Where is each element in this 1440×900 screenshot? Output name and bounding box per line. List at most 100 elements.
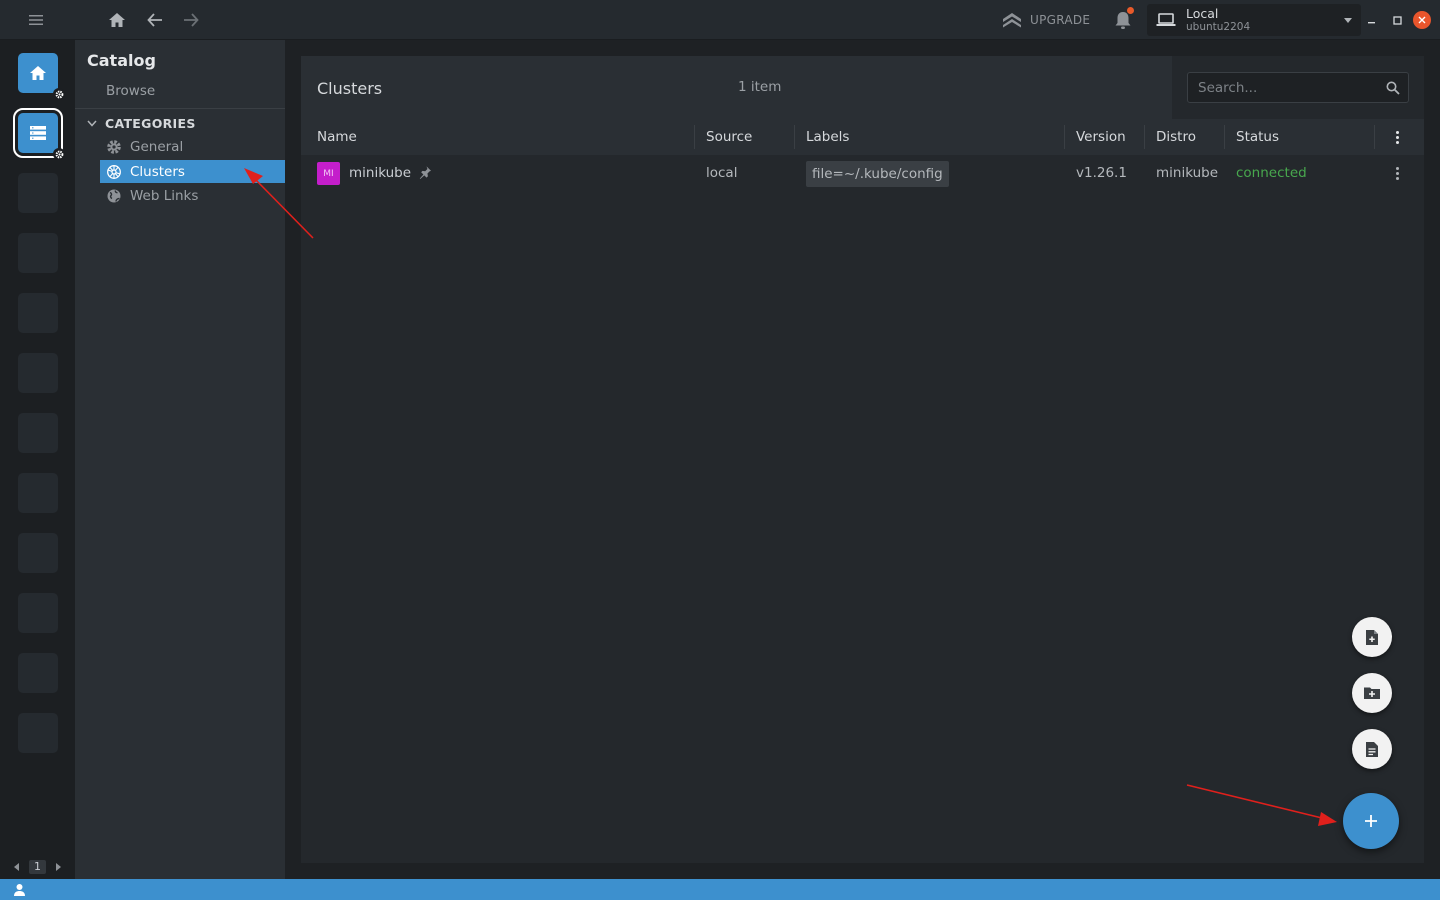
hotbar-slot-empty[interactable] [18,233,58,273]
gear-icon [107,139,121,154]
categories-toggle[interactable]: CATEGORIES [87,114,196,132]
sync-folder-button[interactable] [1352,673,1392,713]
column-header-version[interactable]: Version [1076,119,1126,155]
plus-icon [1365,815,1377,827]
hotbar-item-catalog[interactable] [13,108,65,160]
sidebar-item-clusters[interactable]: Clusters [100,160,285,183]
hotbar-pager: 1 [0,859,75,875]
upgrade-icon [1003,13,1021,28]
hotbar-slot-empty[interactable] [18,413,58,453]
user-icon[interactable] [13,883,26,896]
hotbar-slot-empty[interactable] [18,353,58,393]
chevron-down-icon [1344,18,1352,23]
column-divider [1144,125,1145,149]
home-button[interactable] [107,10,127,30]
catalog-header: Clusters 1 item [301,56,1172,119]
status-badge: connected [1236,165,1307,181]
menu-button[interactable] [26,10,46,30]
notification-badge [1127,7,1134,14]
page-title: Clusters [317,79,383,98]
hotbar-slot-empty[interactable] [18,173,58,213]
cluster-selector[interactable]: Local ubuntu2204 [1147,4,1361,36]
column-header-distro[interactable]: Distro [1156,119,1196,155]
column-divider [694,125,695,149]
sidebar-item-web-links[interactable]: Web Links [100,184,285,207]
sidebar-item-general[interactable]: General [100,135,285,158]
column-header-name[interactable]: Name [317,119,357,155]
cluster-name: Local [1186,6,1219,21]
column-header-labels[interactable]: Labels [806,119,849,155]
maximize-icon [1392,15,1402,25]
hotbar-item-home[interactable] [18,53,65,100]
menu-icon [29,15,43,25]
hotbar-slot-empty[interactable] [18,713,58,753]
row-menu-icon[interactable] [1389,165,1405,181]
cluster-version-cell: v1.26.1 [1076,165,1127,181]
home-icon [30,66,46,80]
close-button[interactable] [1413,11,1431,29]
title-bar: UPGRADE Local ubuntu2204 [0,0,1440,40]
cluster-source-cell: local [706,165,738,181]
chevron-down-icon [87,120,97,127]
label-badge[interactable]: file=~/.kube/config [806,161,949,187]
paste-kubeconfig-button[interactable] [1352,729,1392,769]
home-icon [109,13,125,27]
sidebar-divider [75,108,285,109]
cluster-avatar: MI [317,162,340,185]
upgrade-button[interactable]: UPGRADE [1002,10,1090,30]
table-header: Name Source Labels Version Distro Status [301,119,1424,155]
hotbar-slot-empty[interactable] [18,653,58,693]
pin-icon[interactable] [418,165,433,180]
hotbar-slot-empty[interactable] [18,473,58,513]
paste-kubeconfig-icon [1366,741,1378,757]
hotbar-slot-empty[interactable] [18,293,58,333]
catalog-main: Clusters 1 item Name Source Labels Versi… [301,56,1424,863]
column-divider [1374,125,1375,149]
hotbar-slot-empty[interactable] [18,593,58,633]
kubernetes-icon [107,164,121,179]
upgrade-label: UPGRADE [1030,13,1091,27]
add-kubeconfig-file-icon [1366,629,1378,645]
back-button[interactable] [145,10,165,30]
column-header-status[interactable]: Status [1236,119,1279,155]
column-divider [1224,125,1225,149]
add-from-kubeconfig-button[interactable] [1352,617,1392,657]
table-row[interactable]: MI minikube local file=~/.kube/config v1… [301,155,1424,192]
sidebar-item-label: Clusters [130,163,185,180]
laptop-icon [1156,13,1176,26]
add-folder-icon [1364,687,1380,699]
hotbar-prev-icon[interactable] [14,863,19,871]
sidebar-item-browse[interactable]: Browse [106,83,155,99]
column-header-source[interactable]: Source [706,119,752,155]
hotbar-next-icon[interactable] [56,863,61,871]
maximize-button[interactable] [1388,11,1406,29]
minimize-button[interactable] [1363,11,1381,29]
search-input[interactable] [1188,73,1378,102]
sidebar-item-label: Web Links [130,187,199,204]
sidebar-item-label: General [130,138,184,155]
forward-arrow-icon [184,13,199,27]
catalog-sidebar: Catalog Browse CATEGORIES General Cluste… [75,40,285,879]
gear-icon [53,148,65,160]
catalog-icon [30,126,46,140]
hotbar-slot-empty[interactable] [18,533,58,573]
minimize-icon [1368,22,1375,24]
item-count: 1 item [738,79,782,95]
cluster-host: ubuntu2204 [1186,21,1251,33]
column-divider [794,125,795,149]
hotbar-page-number: 1 [29,860,46,874]
forward-button[interactable] [181,10,201,30]
cluster-name-cell: minikube [349,165,412,181]
add-cluster-button[interactable] [1343,793,1399,849]
search-box [1187,72,1409,103]
cluster-distro-cell: minikube [1156,165,1219,181]
hotbar: 1 [0,40,75,879]
column-divider [1064,125,1065,149]
gear-icon [53,88,65,100]
search-icon [1386,81,1400,95]
sidebar-title: Catalog [87,51,156,70]
notifications-button[interactable] [1113,7,1134,31]
close-icon [1418,16,1426,24]
globe-icon [107,189,121,202]
columns-menu-icon[interactable] [1389,129,1405,145]
